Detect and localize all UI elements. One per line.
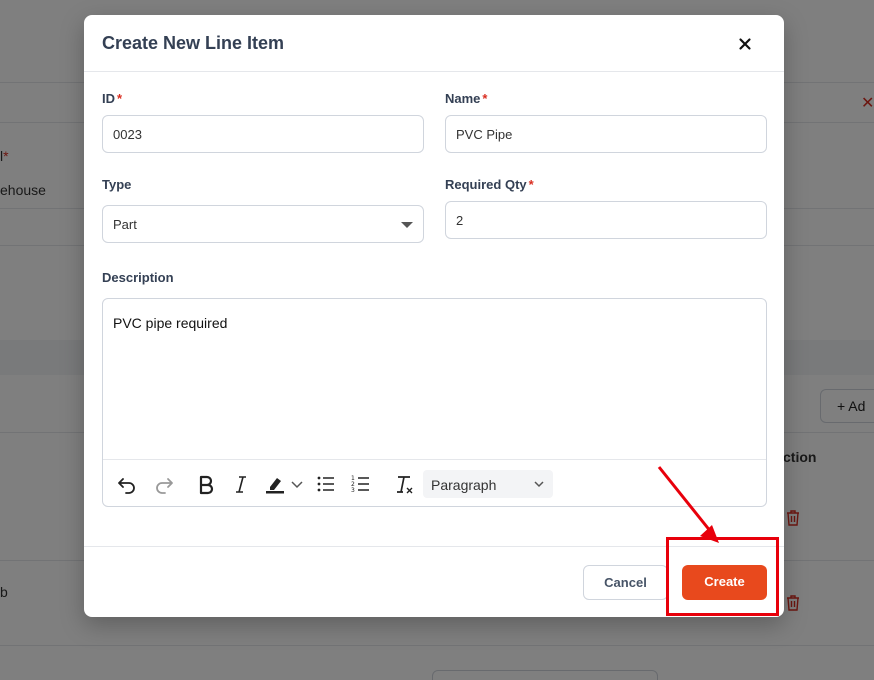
bold-icon[interactable] [195,473,217,495]
type-select-value: Part [113,217,137,232]
name-label: Name * [445,91,488,106]
redo-icon[interactable] [153,473,175,495]
chevron-down-icon[interactable] [290,473,304,495]
svg-text:3: 3 [351,487,355,494]
name-input[interactable]: PVC Pipe [445,115,767,153]
required-qty-label: Required Qty * [445,177,534,192]
description-text[interactable]: PVC pipe required [113,315,227,331]
highlight-icon[interactable] [264,473,286,495]
chevron-down-icon [534,481,544,488]
editor-toolbar: 123 Paragraph [103,459,766,507]
type-label: Type [102,177,132,192]
id-input[interactable]: 0023 [102,115,424,153]
description-editor[interactable]: PVC pipe required 123 Paragraph [102,298,767,507]
block-format-value: Paragraph [431,477,497,493]
required-qty-input[interactable]: 2 [445,201,767,239]
italic-icon[interactable] [230,473,252,495]
cancel-button[interactable]: Cancel [583,565,668,600]
modal-title: Create New Line Item [102,33,285,53]
caret-down-icon [401,222,413,228]
numbered-list-icon[interactable]: 123 [350,473,372,495]
undo-icon[interactable] [116,473,138,495]
create-line-item-dialog: Create New Line Item ID * 0023 Name * PVC … [84,15,784,617]
modal-header: Create New Line Item [84,15,784,72]
clear-formatting-icon[interactable] [393,473,415,495]
highlight-box [666,537,779,616]
bullet-list-icon[interactable] [315,473,337,495]
close-icon[interactable] [735,34,755,54]
block-format-select[interactable]: Paragraph [423,470,553,498]
type-select[interactable]: Part [102,205,424,243]
description-label: Description [102,270,174,285]
id-label: ID * [102,91,123,106]
